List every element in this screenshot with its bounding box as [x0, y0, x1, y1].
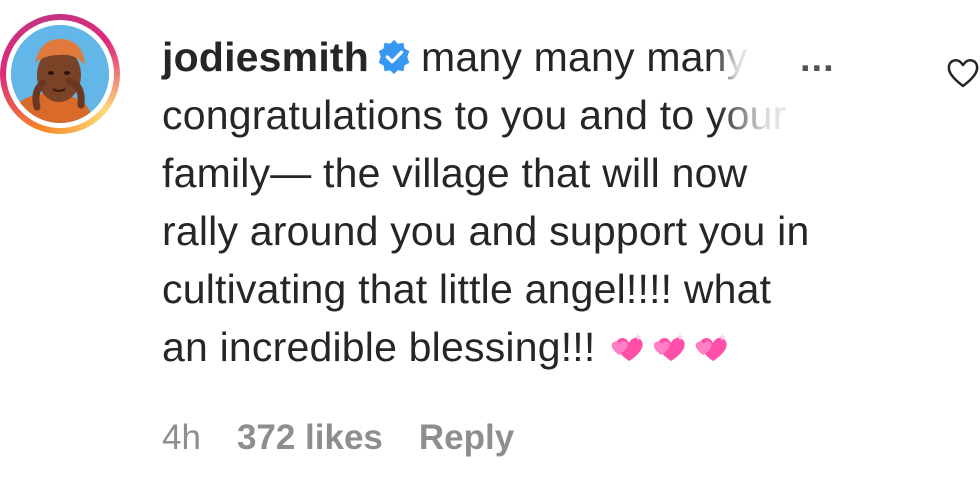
sparkling-hearts-icon — [611, 333, 643, 361]
comment-time[interactable]: 4h — [162, 418, 201, 457]
comment-meta: 4h 372 likes Reply — [162, 418, 550, 458]
sparkling-hearts-icon — [653, 333, 685, 361]
comment-text-line-2: congratulations to you and to — [162, 92, 695, 138]
username-link[interactable]: jodiesmith — [162, 34, 369, 80]
like-heart-icon[interactable] — [946, 56, 980, 90]
comment-body: jodiesmith many many many congratulation… — [162, 28, 932, 376]
avatar[interactable] — [11, 25, 109, 123]
comment-text-line-2-faded: your — [694, 92, 787, 138]
avatar-gap — [6, 20, 114, 128]
comment-text-line-1: many many ma — [421, 34, 704, 80]
reply-button[interactable]: Reply — [419, 418, 514, 457]
comment-text-line-4: rally around you and support you in — [162, 208, 810, 254]
comment-text-line-5: cultivating that little angel!!!! what — [162, 266, 772, 312]
more-button[interactable]: ... — [800, 40, 835, 78]
verified-badge-icon — [378, 39, 410, 75]
avatar-photo — [11, 25, 109, 123]
comment: jodiesmith many many many congratulation… — [0, 0, 980, 485]
comment-text-line-3: family— the village that will now — [162, 150, 748, 196]
sparkling-hearts-icon — [695, 333, 727, 361]
comment-text-line-6: an incredible blessing!!! — [162, 324, 608, 370]
likes-count[interactable]: 372 likes — [237, 418, 383, 457]
comment-text-line-1-faded: ny — [703, 34, 748, 80]
avatar-story-ring[interactable] — [0, 14, 120, 134]
